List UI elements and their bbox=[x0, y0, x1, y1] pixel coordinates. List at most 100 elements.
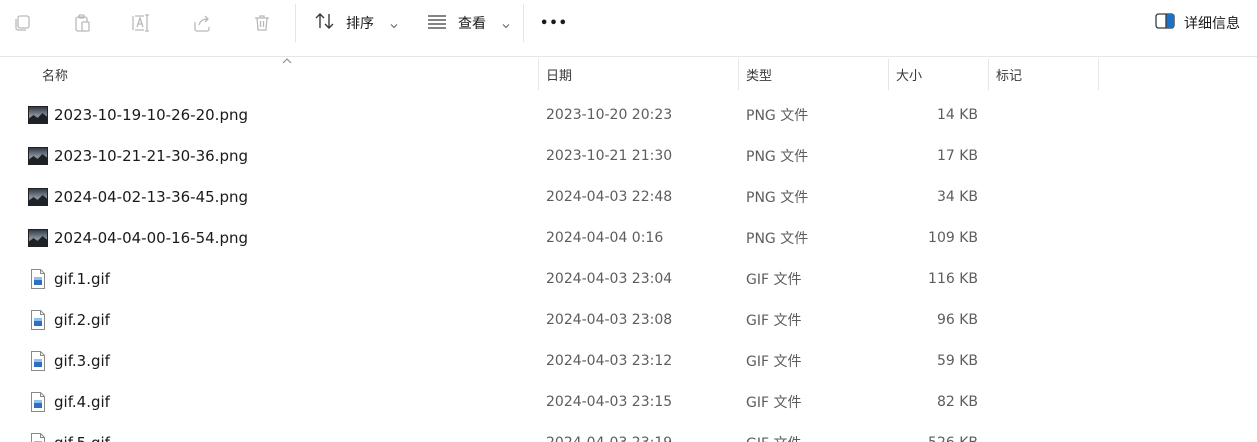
file-date: 2024-04-04 0:16 bbox=[546, 229, 664, 246]
chevron-down-icon bbox=[390, 14, 398, 33]
file-date: 2024-04-03 22:48 bbox=[546, 188, 673, 205]
file-date: 2024-04-03 23:08 bbox=[546, 311, 673, 328]
file-row[interactable]: gif.1.gif 2024-04-03 23:04 GIF 文件 116 KB bbox=[0, 258, 1257, 299]
copy-icon[interactable] bbox=[5, 6, 39, 40]
gif-file-icon bbox=[28, 432, 48, 442]
file-type: PNG 文件 bbox=[746, 230, 809, 247]
file-size: 109 KB bbox=[928, 229, 978, 246]
file-name: gif.2.gif bbox=[54, 310, 110, 329]
column-tags-header[interactable]: 标记 bbox=[996, 57, 1022, 91]
column-tags-label: 标记 bbox=[996, 68, 1023, 84]
file-row[interactable]: gif.3.gif 2024-04-03 23:12 GIF 文件 59 KB bbox=[0, 340, 1257, 381]
png-image-icon bbox=[28, 146, 48, 166]
file-row[interactable]: 2023-10-19-10-26-20.png 2023-10-20 20:23 P… bbox=[0, 94, 1257, 135]
file-type: GIF 文件 bbox=[746, 422, 801, 442]
more-options-button[interactable]: ••• bbox=[540, 6, 568, 40]
file-type: GIF 文件 bbox=[746, 312, 802, 329]
column-size-header[interactable]: 大小 bbox=[896, 57, 922, 91]
file-size: 59 KB bbox=[936, 352, 978, 369]
png-image-icon bbox=[28, 105, 48, 125]
file-date: 2023-10-21 21:30 bbox=[546, 147, 673, 164]
file-name-cell: gif.1.gif bbox=[28, 258, 110, 299]
file-list: 2023-10-19-10-26-20.png 2023-10-20 20:23 P… bbox=[0, 94, 1257, 442]
file-type: GIF 文件 bbox=[746, 394, 802, 411]
sort-button[interactable]: 排序 bbox=[314, 6, 398, 40]
view-button[interactable]: 查看 bbox=[426, 6, 510, 40]
chevron-down-icon bbox=[502, 14, 510, 33]
file-row[interactable]: 2023-10-21-21-30-36.png 2023-10-21 21:30 P… bbox=[0, 135, 1257, 176]
file-type: PNG 文件 bbox=[746, 148, 809, 165]
file-size: 17 KB bbox=[936, 147, 978, 164]
column-separator[interactable] bbox=[538, 59, 539, 90]
file-size: 526 KB bbox=[880, 422, 978, 442]
gif-file-icon bbox=[28, 309, 48, 330]
file-name: gif.5.gif bbox=[54, 434, 110, 442]
column-date-label: 日期 bbox=[546, 68, 573, 84]
file-row[interactable]: 2024-04-04-00-16-54.png 2024-04-04 0:16 PN… bbox=[0, 217, 1257, 258]
file-name-cell: gif.5.gif bbox=[28, 422, 110, 442]
toolbar-divider bbox=[523, 4, 524, 42]
column-separator[interactable] bbox=[988, 59, 989, 90]
file-name: gif.4.gif bbox=[54, 392, 110, 411]
toolbar-divider bbox=[295, 4, 296, 42]
file-name-cell: 2023-10-21-21-30-36.png bbox=[28, 135, 248, 176]
command-bar: 排序 查看 ••• 详细信息 bbox=[0, 0, 1257, 46]
file-name-cell: 2023-10-19-10-26-20.png bbox=[28, 94, 248, 135]
file-size: 82 KB bbox=[936, 393, 978, 410]
file-name-cell: gif.2.gif bbox=[28, 299, 110, 340]
view-list-icon bbox=[426, 12, 448, 34]
file-name: 2023-10-21-21-30-36.png bbox=[54, 146, 248, 165]
file-row[interactable]: gif.4.gif 2024-04-03 23:15 GIF 文件 82 KB bbox=[0, 381, 1257, 422]
column-name-label: 名称 bbox=[42, 68, 69, 84]
file-date: 2024-04-03 23:19 bbox=[546, 422, 672, 442]
column-separator[interactable] bbox=[1098, 59, 1099, 90]
file-name-cell: gif.3.gif bbox=[28, 340, 110, 381]
file-name: 2024-04-04-00-16-54.png bbox=[54, 228, 248, 247]
gif-file-icon bbox=[28, 391, 48, 412]
png-image-icon bbox=[28, 187, 48, 207]
column-date-header[interactable]: 日期 bbox=[546, 57, 572, 91]
file-date: 2024-04-03 23:12 bbox=[546, 352, 673, 369]
column-separator[interactable] bbox=[738, 59, 739, 90]
file-name-cell: 2024-04-04-00-16-54.png bbox=[28, 217, 248, 258]
file-date: 2024-04-03 23:04 bbox=[546, 270, 673, 287]
details-pane-button[interactable]: 详细信息 bbox=[1155, 6, 1240, 40]
file-date: 2023-10-20 20:23 bbox=[546, 106, 673, 123]
file-name: 2024-04-02-13-36-45.png bbox=[54, 187, 248, 206]
column-type-header[interactable]: 类型 bbox=[746, 57, 772, 91]
file-size: 96 KB bbox=[936, 311, 978, 328]
delete-icon[interactable] bbox=[245, 6, 279, 40]
sort-label: 排序 bbox=[346, 16, 374, 32]
file-name-cell: 2024-04-02-13-36-45.png bbox=[28, 176, 248, 217]
column-size-label: 大小 bbox=[896, 68, 923, 84]
png-image-icon bbox=[28, 228, 48, 248]
share-icon[interactable] bbox=[185, 6, 219, 40]
more-icon: ••• bbox=[540, 15, 568, 31]
sort-icon bbox=[314, 12, 336, 34]
column-type-label: 类型 bbox=[746, 68, 773, 84]
file-row[interactable]: gif.2.gif 2024-04-03 23:08 GIF 文件 96 KB bbox=[0, 299, 1257, 340]
paste-icon[interactable] bbox=[65, 6, 99, 40]
column-name-header[interactable]: 名称 bbox=[42, 57, 68, 91]
file-date: 2024-04-03 23:15 bbox=[546, 393, 673, 410]
file-name: gif.1.gif bbox=[54, 269, 110, 288]
file-row[interactable]: 2024-04-02-13-36-45.png 2024-04-03 22:48 P… bbox=[0, 176, 1257, 217]
rename-icon[interactable] bbox=[125, 6, 159, 40]
file-type: GIF 文件 bbox=[746, 353, 802, 370]
column-separator[interactable] bbox=[888, 59, 889, 90]
gif-file-icon bbox=[28, 268, 48, 289]
file-name: 2023-10-19-10-26-20.png bbox=[54, 105, 248, 124]
file-size: 116 KB bbox=[928, 270, 978, 287]
file-size: 34 KB bbox=[936, 188, 978, 205]
file-name: gif.3.gif bbox=[54, 351, 110, 370]
file-type: GIF 文件 bbox=[746, 271, 802, 288]
file-row[interactable]: gif.5.gif 2024-04-03 23:19 GIF 文件 526 KB bbox=[0, 422, 1257, 442]
details-pane-icon bbox=[1155, 13, 1175, 33]
file-size: 14 KB bbox=[936, 106, 978, 123]
file-name-cell: gif.4.gif bbox=[28, 381, 110, 422]
file-type: PNG 文件 bbox=[746, 107, 809, 124]
gif-file-icon bbox=[28, 350, 48, 371]
column-header: 名称 日期 类型 大小 标记 bbox=[0, 56, 1257, 90]
view-label: 查看 bbox=[458, 16, 486, 32]
details-label: 详细信息 bbox=[1184, 16, 1240, 32]
